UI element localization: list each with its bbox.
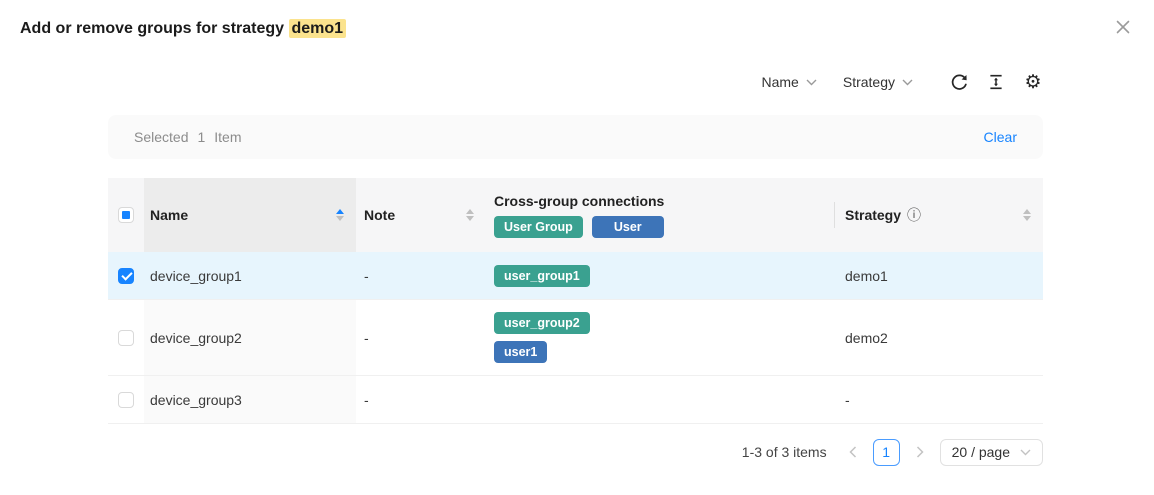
cell-note: -: [364, 268, 369, 284]
cell-strategy: demo2: [845, 330, 888, 346]
toolbar: Name Strategy: [108, 68, 1043, 96]
page-size-value: 20 / page: [952, 444, 1010, 460]
row-height-icon: [987, 73, 1005, 91]
table-row[interactable]: device_group2 - user_group2 user1 demo2: [108, 300, 1043, 376]
next-page-button[interactable]: [912, 439, 928, 465]
header-note-label: Note: [364, 207, 395, 223]
sort-asc-icon: [466, 209, 474, 214]
cell-name: device_group3: [150, 392, 242, 408]
filter-strategy-label: Strategy: [843, 74, 895, 90]
header-strategy-label: Strategy: [845, 207, 901, 223]
table-row[interactable]: device_group1 - user_group1 demo1: [108, 252, 1043, 300]
page-title-text: Add or remove groups for strategy: [20, 20, 289, 37]
strategy-name-highlight: demo1: [289, 19, 347, 38]
info-icon[interactable]: ⓘ: [907, 205, 921, 225]
selection-bar: Selected 1 Item Clear: [108, 115, 1043, 159]
header-cross-group-label: Cross-group connections: [494, 193, 664, 209]
user-group-badge: user_group2: [494, 312, 590, 334]
table-header-row: Name Note Cross-group connections User G…: [108, 178, 1043, 252]
header-strategy[interactable]: Strategy ⓘ: [834, 178, 1043, 252]
page-number-button[interactable]: 1: [873, 439, 900, 466]
cell-name: device_group2: [150, 330, 242, 346]
sort-desc-icon: [466, 216, 474, 221]
refresh-button[interactable]: [949, 72, 969, 92]
cell-strategy: -: [845, 392, 850, 408]
row-height-button[interactable]: [986, 72, 1006, 92]
pagination: 1-3 of 3 items 1 20 / page: [108, 438, 1043, 466]
header-note[interactable]: Note: [356, 178, 486, 252]
header-checkbox-cell: [108, 178, 144, 252]
filter-name-dropdown[interactable]: Name: [762, 74, 817, 90]
groups-table: Name Note Cross-group connections User G…: [108, 178, 1043, 424]
sort-name-control[interactable]: [336, 209, 344, 221]
page-title: Add or remove groups for strategy demo1: [20, 20, 346, 38]
chevron-down-icon: [902, 79, 913, 86]
user-legend-badge: User: [592, 216, 664, 238]
filter-name-label: Name: [762, 74, 799, 90]
table-row[interactable]: device_group3 - -: [108, 376, 1043, 424]
chevron-right-icon: [916, 446, 924, 458]
sort-desc-icon: [1023, 216, 1031, 221]
row-checkbox[interactable]: [118, 268, 134, 284]
gear-icon: ⚙: [1024, 73, 1041, 92]
filter-strategy-dropdown[interactable]: Strategy: [843, 74, 913, 90]
settings-button[interactable]: ⚙: [1023, 72, 1043, 92]
toolbar-icons: ⚙: [949, 72, 1043, 92]
sort-desc-icon: [336, 216, 344, 221]
dialog-content: Name Strategy: [108, 68, 1043, 466]
sort-asc-icon: [1023, 209, 1031, 214]
sort-note-control[interactable]: [466, 209, 474, 221]
row-checkbox[interactable]: [118, 330, 134, 346]
refresh-icon: [950, 73, 969, 92]
chevron-down-icon: [1020, 449, 1031, 456]
select-all-checkbox[interactable]: [118, 207, 134, 223]
sort-asc-icon: [336, 209, 344, 214]
chevron-left-icon: [849, 446, 857, 458]
page-size-select[interactable]: 20 / page: [940, 439, 1043, 466]
prev-page-button[interactable]: [845, 439, 861, 465]
selection-count: 1: [197, 129, 205, 145]
cell-name: device_group1: [150, 268, 242, 284]
cell-strategy: demo1: [845, 268, 888, 284]
cell-note: -: [364, 392, 369, 408]
user-badge: user1: [494, 341, 547, 363]
user-group-badge: user_group1: [494, 265, 590, 287]
cross-group-legend: User Group User: [494, 216, 664, 238]
pagination-summary: 1-3 of 3 items: [742, 444, 827, 460]
chevron-down-icon: [806, 79, 817, 86]
row-checkbox[interactable]: [118, 392, 134, 408]
header-name[interactable]: Name: [144, 178, 356, 252]
cell-note: -: [364, 330, 369, 346]
header-name-label: Name: [150, 207, 188, 223]
close-icon: [1114, 18, 1132, 36]
sort-strategy-control[interactable]: [1023, 209, 1031, 221]
header-cross-group: Cross-group connections User Group User: [486, 178, 834, 252]
user-group-legend-badge: User Group: [494, 216, 583, 238]
clear-selection-link[interactable]: Clear: [984, 129, 1017, 145]
selection-summary: Selected 1 Item: [134, 129, 242, 145]
close-button[interactable]: [1110, 14, 1136, 40]
selection-label: Selected: [134, 129, 188, 145]
selection-unit: Item: [214, 129, 241, 145]
